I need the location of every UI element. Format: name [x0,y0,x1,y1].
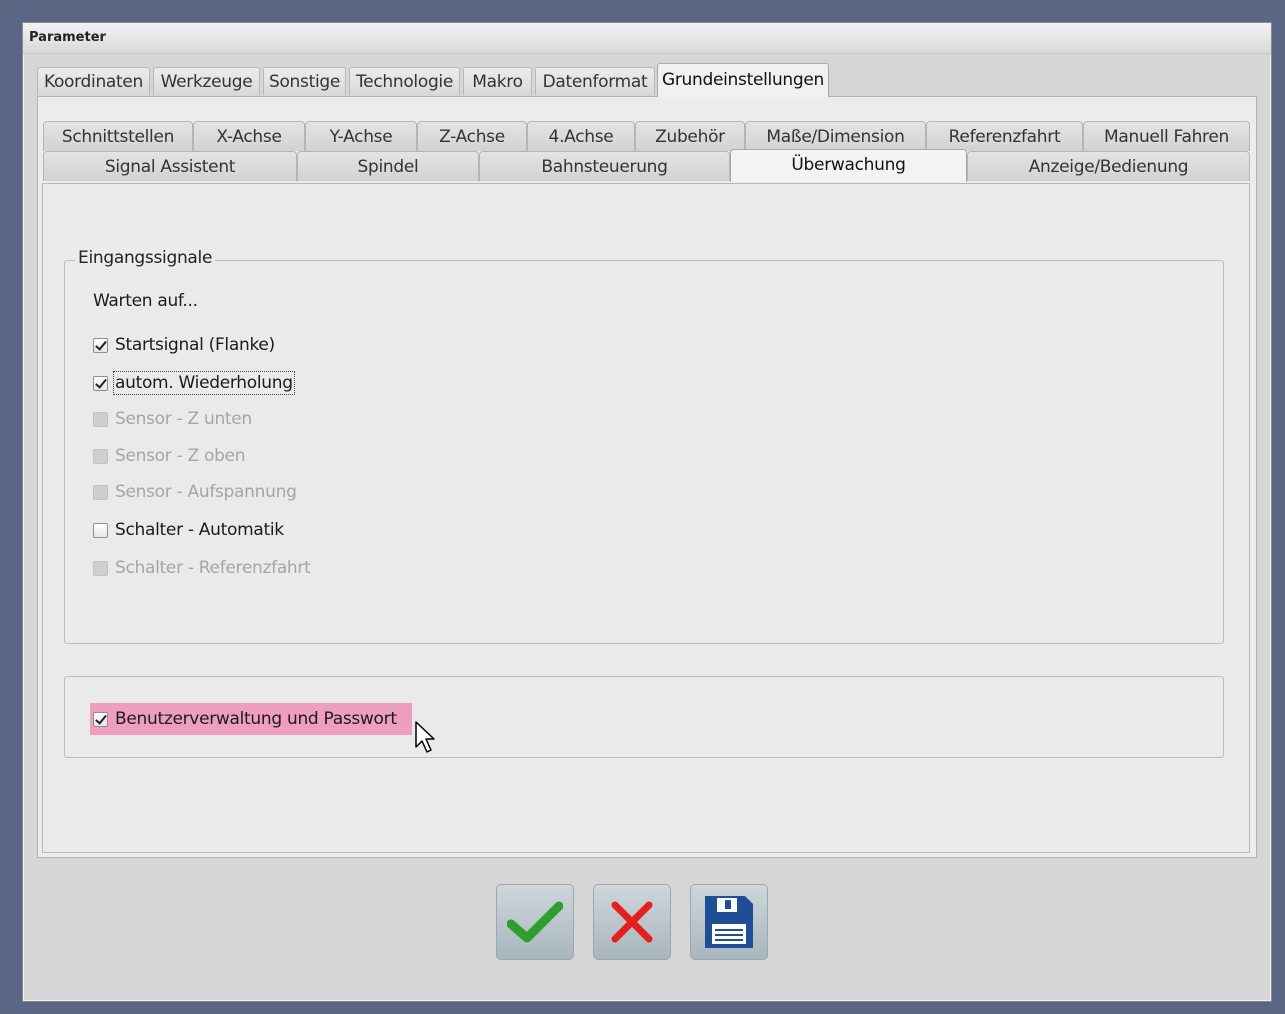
ueberwachung-panel: Eingangssignale Warten auf... Startsigna… [42,183,1250,853]
checkbox-label: Sensor - Aufspannung [115,482,297,502]
checkbox-box [93,560,108,576]
ok-button[interactable] [496,884,574,960]
tab-spindel[interactable]: Spindel [297,151,479,181]
checkbox-label: Sensor - Z unten [115,409,252,429]
parameter-dialog: Parameter Koordinaten Werkzeuge Sonstige… [22,22,1272,1002]
checkbox-label: Startsignal (Flanke) [115,335,275,355]
checkbox-label: Schalter - Referenzfahrt [115,558,311,578]
checkmark-icon [507,901,563,943]
schalter-automatik-checkbox[interactable]: Schalter - Automatik [93,518,284,542]
tab-manuell-fahren[interactable]: Manuell Fahren [1083,121,1250,151]
tab-schnittstellen[interactable]: Schnittstellen [43,121,193,151]
checkbox-label: autom. Wiederholung [113,371,295,395]
tab-koordinaten[interactable]: Koordinaten [37,67,150,95]
autom-wiederholung-checkbox[interactable]: autom. Wiederholung [93,371,295,395]
checkbox-box [93,484,108,500]
tab-referenzfahrt[interactable]: Referenzfahrt [926,121,1083,151]
tab-werkzeuge[interactable]: Werkzeuge [153,67,260,95]
eingangssignale-group: Eingangssignale Warten auf... Startsigna… [64,248,1224,644]
tab-z-achse[interactable]: Z-Achse [417,121,527,151]
save-button[interactable] [690,884,768,960]
wait-label: Warten auf... [93,291,198,311]
sensor-z-unten-checkbox: Sensor - Z unten [93,407,252,431]
sensor-aufspannung-checkbox: Sensor - Aufspannung [93,480,297,504]
tab-bahnsteuerung[interactable]: Bahnsteuerung [479,151,730,181]
tab-sonstige[interactable]: Sonstige [263,67,346,95]
tab-makro[interactable]: Makro [463,67,532,95]
title-bar[interactable]: Parameter [23,23,1271,54]
checkbox-box[interactable] [93,522,108,538]
mouse-cursor-icon [415,721,435,753]
window-title: Parameter [29,30,106,45]
benutzerverwaltung-checkbox[interactable]: Benutzerverwaltung und Passwort [93,707,397,731]
x-icon [611,901,653,943]
tab-grundeinstellungen[interactable]: Grundeinstellungen [657,63,829,97]
tab-signal-assistent[interactable]: Signal Assistent [43,151,297,181]
checkbox-box[interactable] [93,711,108,727]
cancel-button[interactable] [593,884,671,960]
checkbox-label: Benutzerverwaltung und Passwort [115,709,397,729]
checkbox-label: Schalter - Automatik [115,520,284,540]
floppy-disk-icon [705,896,753,948]
grundeinstellungen-panel: Schnittstellen X-Achse Y-Achse Z-Achse 4… [37,96,1257,858]
startsignal-checkbox[interactable]: Startsignal (Flanke) [93,333,275,357]
checkbox-box[interactable] [93,337,108,353]
tab-zubehoer[interactable]: Zubehör [635,121,745,151]
tab-anzeige-bedienung[interactable]: Anzeige/Bedienung [967,151,1250,181]
checkbox-box[interactable] [93,375,108,391]
checkbox-label: Sensor - Z oben [115,446,246,466]
tab-ueberwachung[interactable]: Überwachung [730,149,967,182]
group-title: Eingangssignale [75,248,216,268]
tab-technologie[interactable]: Technologie [349,67,460,95]
checkbox-box [93,448,108,464]
tab-4-achse[interactable]: 4.Achse [527,121,635,151]
benutzerverwaltung-group: Benutzerverwaltung und Passwort [64,676,1224,758]
tab-x-achse[interactable]: X-Achse [193,121,305,151]
tab-y-achse[interactable]: Y-Achse [305,121,417,151]
schalter-referenzfahrt-checkbox: Schalter - Referenzfahrt [93,556,311,580]
tab-datenformat[interactable]: Datenformat [535,67,655,95]
tab-masse-dimension[interactable]: Maße/Dimension [745,121,926,151]
sensor-z-oben-checkbox: Sensor - Z oben [93,444,246,468]
checkbox-box [93,411,108,427]
